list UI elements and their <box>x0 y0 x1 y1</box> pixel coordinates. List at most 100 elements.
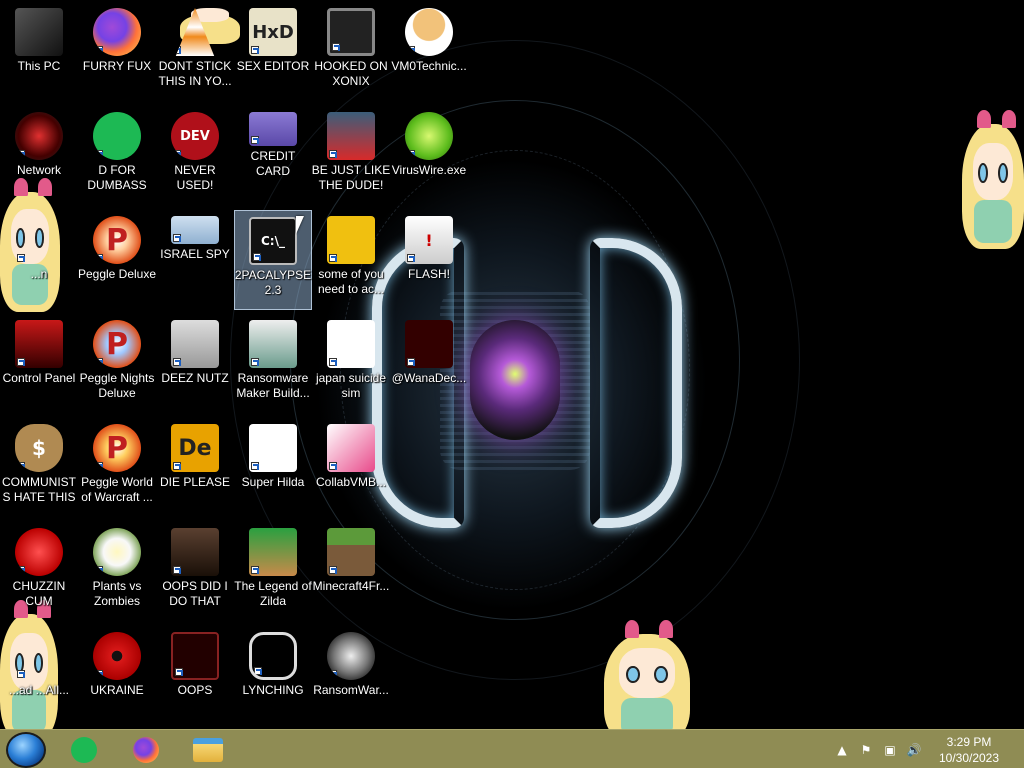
desktop-icon[interactable]: CHUZZIN CUM <box>0 522 78 622</box>
shortcut-arrow-icon <box>407 254 415 262</box>
shortcut-arrow-icon <box>251 358 259 366</box>
xonix-icon <box>327 8 375 56</box>
money-bag-icon: $ <box>15 424 63 472</box>
desktop-icon[interactable]: HxD SEX EDITOR <box>234 2 312 102</box>
desktop-icon[interactable]: HOOKED ON XONIX <box>312 2 390 102</box>
desktop-icon[interactable]: DEEZ NUTZ <box>156 314 234 414</box>
shortcut-arrow-icon <box>95 566 103 574</box>
shortcut-arrow-icon <box>173 150 181 158</box>
show-hidden-icon[interactable]: ▲ <box>833 742 851 758</box>
desktop-icon[interactable]: @WanaDec... <box>390 314 468 414</box>
desktop-icon-label: DEEZ NUTZ <box>161 371 229 385</box>
desktop-icon[interactable]: Network <box>0 106 78 206</box>
desktop-icon-label: Peggle Deluxe <box>77 267 157 281</box>
desktop-icon[interactable]: BE JUST LIKE THE DUDE! <box>312 106 390 206</box>
desktop-icon[interactable]: $ COMMUNISTS HATE THIS G... <box>0 418 78 518</box>
desktop-icon[interactable]: DEV NEVER USED! <box>156 106 234 206</box>
shortcut-arrow-icon <box>329 670 337 678</box>
desktop-icon[interactable]: LYNCHING <box>234 626 312 726</box>
desktop-icon[interactable]: CREDIT CARD CHECKER <box>234 106 312 206</box>
star-character-sticker <box>604 620 690 729</box>
volume-icon[interactable]: 🔊 <box>905 742 923 758</box>
taskbar-firefox-button[interactable] <box>124 732 168 768</box>
desktop-icon[interactable]: Ransomware Maker Build... <box>234 314 312 414</box>
desktop-icon[interactable]: De DIE PLEASE <box>156 418 234 518</box>
taskbar-spotify-button[interactable] <box>62 732 106 768</box>
desktop-icon[interactable]: OOPS DID I DO THAT <box>156 522 234 622</box>
desktop-icon-label: FLASH! <box>407 267 450 281</box>
desktop-icon[interactable]: OOPS <box>156 626 234 726</box>
ransomware-maker-icon <box>249 320 297 368</box>
vlc-cone-icon <box>175 8 215 56</box>
desktop-icon[interactable]: ISRAEL SPY <box>156 210 234 310</box>
desktop-icon-label: LYNCHING <box>242 683 304 697</box>
desktop-icon[interactable]: P Peggle Deluxe <box>78 210 156 310</box>
desktop-icon-label: COMMUNISTS HATE THIS G... <box>2 475 76 504</box>
network-tray-icon[interactable]: ▣ <box>881 742 899 758</box>
shortcut-arrow-icon <box>95 46 103 54</box>
wallpaper-pod-right <box>590 238 682 528</box>
oops-icon <box>171 632 219 680</box>
flag-icon[interactable]: ⚑ <box>857 742 875 758</box>
desktop-icon[interactable]: VM0Technic... <box>390 2 468 102</box>
desktop[interactable]: This PC FURRY FUX DONT STICK THIS IN YO...… <box>0 0 1024 729</box>
desktop-icon[interactable]: some of you need to ac... <box>312 210 390 310</box>
desktop-icon[interactable]: FURRY FUX <box>78 2 156 102</box>
shortcut-arrow-icon <box>17 566 25 574</box>
desktop-icon-label: SEX EDITOR <box>236 59 310 73</box>
desktop-icon[interactable]: ...ad ...All... <box>0 626 78 726</box>
desktop-icon-label: OOPS DID I DO THAT <box>162 579 228 608</box>
spotify-icon <box>71 737 97 763</box>
desktop-icon-label: BE JUST LIKE THE DUDE! <box>311 163 391 192</box>
shortcut-arrow-icon <box>17 462 25 470</box>
desktop-icon[interactable]: Control Panel <box>0 314 78 414</box>
desktop-icon-label: DIE PLEASE <box>159 475 231 489</box>
desktop-icon-label: HOOKED ON XONIX <box>314 59 388 88</box>
desktop-icon-label: ...n <box>30 267 48 281</box>
shortcut-arrow-icon <box>329 462 337 470</box>
desktop-icon[interactable]: DONT STICK THIS IN YO... <box>156 2 234 102</box>
shortcut-arrow-icon <box>329 150 337 158</box>
desktop-icon[interactable]: Plants vs Zombies <box>78 522 156 622</box>
shortcut-arrow-icon <box>254 667 262 675</box>
shortcut-arrow-icon <box>95 670 103 678</box>
taskbar: ▲ ⚑ ▣ 🔊 3:29 PM 10/30/2023 <box>0 729 1024 768</box>
desktop-icon[interactable]: CollabVMB... <box>312 418 390 518</box>
devcpp-icon: DEV <box>171 112 219 160</box>
desktop-icon[interactable]: japan suicide sim <box>312 314 390 414</box>
clock[interactable]: 3:29 PM 10/30/2023 <box>926 734 1012 766</box>
desktop-icon[interactable]: ! FLASH! <box>390 210 468 310</box>
desktop-icon[interactable]: The Legend of Zilda <box>234 522 312 622</box>
desktop-icon[interactable]: ...n <box>0 210 78 310</box>
desktop-icon-label: RansomWar... <box>313 683 389 697</box>
desktop-icon-label: Peggle Nights Deluxe <box>79 371 155 400</box>
desktop-icon-label: CHUZZIN CUM <box>12 579 66 608</box>
desktop-icon[interactable]: Minecraft4Fr... <box>312 522 390 622</box>
desktop-icon[interactable]: D FOR DUMBASS <box>78 106 156 206</box>
desktop-icon-label: VirusWire.exe <box>391 163 467 177</box>
desktop-icon-label: NEVER USED! <box>174 163 216 192</box>
start-button[interactable] <box>6 732 46 768</box>
desktop-icon[interactable]: P Peggle World of Warcraft ... <box>78 418 156 518</box>
shortcut-arrow-icon <box>17 670 25 678</box>
desktop-icon[interactable]: VirusWire.exe <box>390 106 468 206</box>
desktop-icon[interactable]: P Peggle Nights Deluxe <box>78 314 156 414</box>
mouse-cursor <box>296 216 304 234</box>
minecraft-icon <box>327 528 375 576</box>
desktop-icon-label: Minecraft4Fr... <box>312 579 390 593</box>
shortcut-arrow-icon <box>251 46 259 54</box>
desktop-icon[interactable]: Super Hilda <box>234 418 312 518</box>
desktop-icon-label: Network <box>16 163 61 177</box>
desktop-icon[interactable]: This PC <box>0 2 78 102</box>
desktop-icon-label: Control Panel <box>2 371 76 385</box>
japan-sim-icon <box>327 320 375 368</box>
desktop-icon-label: Ransomware Maker Build... <box>236 371 310 400</box>
file-explorer-icon <box>193 738 223 762</box>
desktop-icon[interactable]: UKRAINE <box>78 626 156 726</box>
technician-icon <box>405 8 453 56</box>
control-panel-icon <box>15 320 63 368</box>
desktop-icon[interactable]: RansomWar... <box>312 626 390 726</box>
taskbar-file-explorer-button[interactable] <box>186 732 230 768</box>
shortcut-arrow-icon <box>17 150 25 158</box>
shortcut-arrow-icon <box>251 566 259 574</box>
